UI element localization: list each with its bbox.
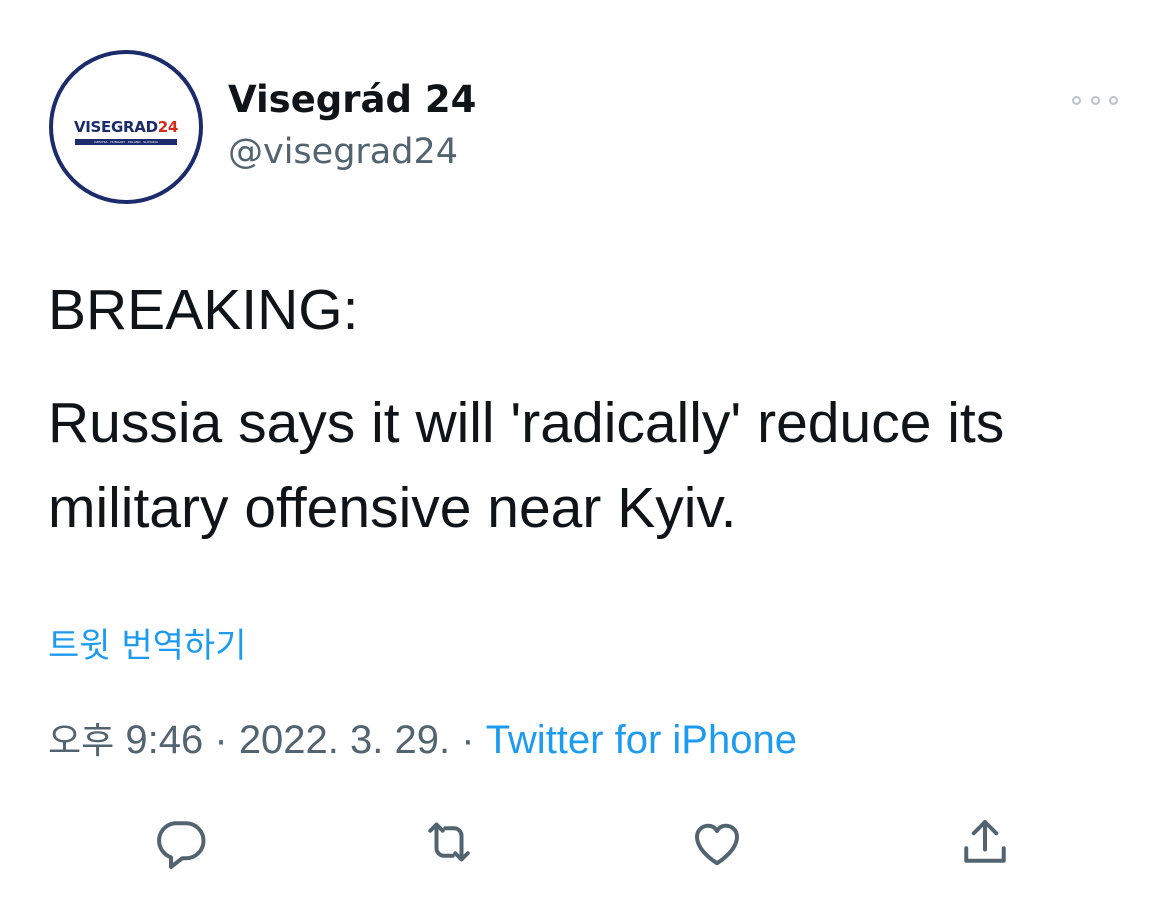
avatar-logo-text: VISEGRAD24 [73,118,179,136]
meta-separator: · [214,718,228,762]
tweet-text-line: Russia says it will 'radically' reduce i… [48,391,1005,455]
author-display-name[interactable]: Visegrád 24 [228,78,476,121]
tweet-date[interactable]: 2022. 3. 29. [239,718,450,762]
avatar-logo-subtext: CZECHIA · HUNGARY · POLAND · SLOVAKIA [75,139,177,145]
author-handle[interactable]: @visegrad24 [228,132,458,172]
tweet-text-line: BREAKING: [48,278,359,342]
more-dot-icon [1072,95,1081,105]
retweet-button[interactable] [417,810,481,874]
heart-icon [695,823,739,866]
more-dot-icon [1109,95,1118,105]
translate-tweet-link[interactable]: 트윗 번역하기 [48,618,247,667]
tweet-source-link[interactable]: Twitter for iPhone [486,718,797,762]
avatar[interactable]: VISEGRAD24 CZECHIA · HUNGARY · POLAND · … [49,50,203,204]
retweet-icon [428,822,470,862]
tweet-meta: 오후 9:46 · 2022. 3. 29. · Twitter for iPh… [48,712,797,764]
share-icon [964,820,1006,863]
tweet-text-line: military offensive near Kyiv. [48,476,737,540]
more-dot-icon [1090,95,1100,105]
meta-separator: · [461,718,475,762]
action-bar [0,810,1170,874]
tweet-time[interactable]: 9:46 [125,718,203,762]
tweet: VISEGRAD24 CZECHIA · HUNGARY · POLAND · … [0,0,1170,903]
share-button[interactable] [953,810,1017,874]
like-button[interactable] [685,810,749,874]
reply-icon [157,821,206,869]
more-options-button[interactable] [1072,91,1118,109]
reply-button[interactable] [149,810,213,874]
time-ampm: 오후 [48,721,115,762]
